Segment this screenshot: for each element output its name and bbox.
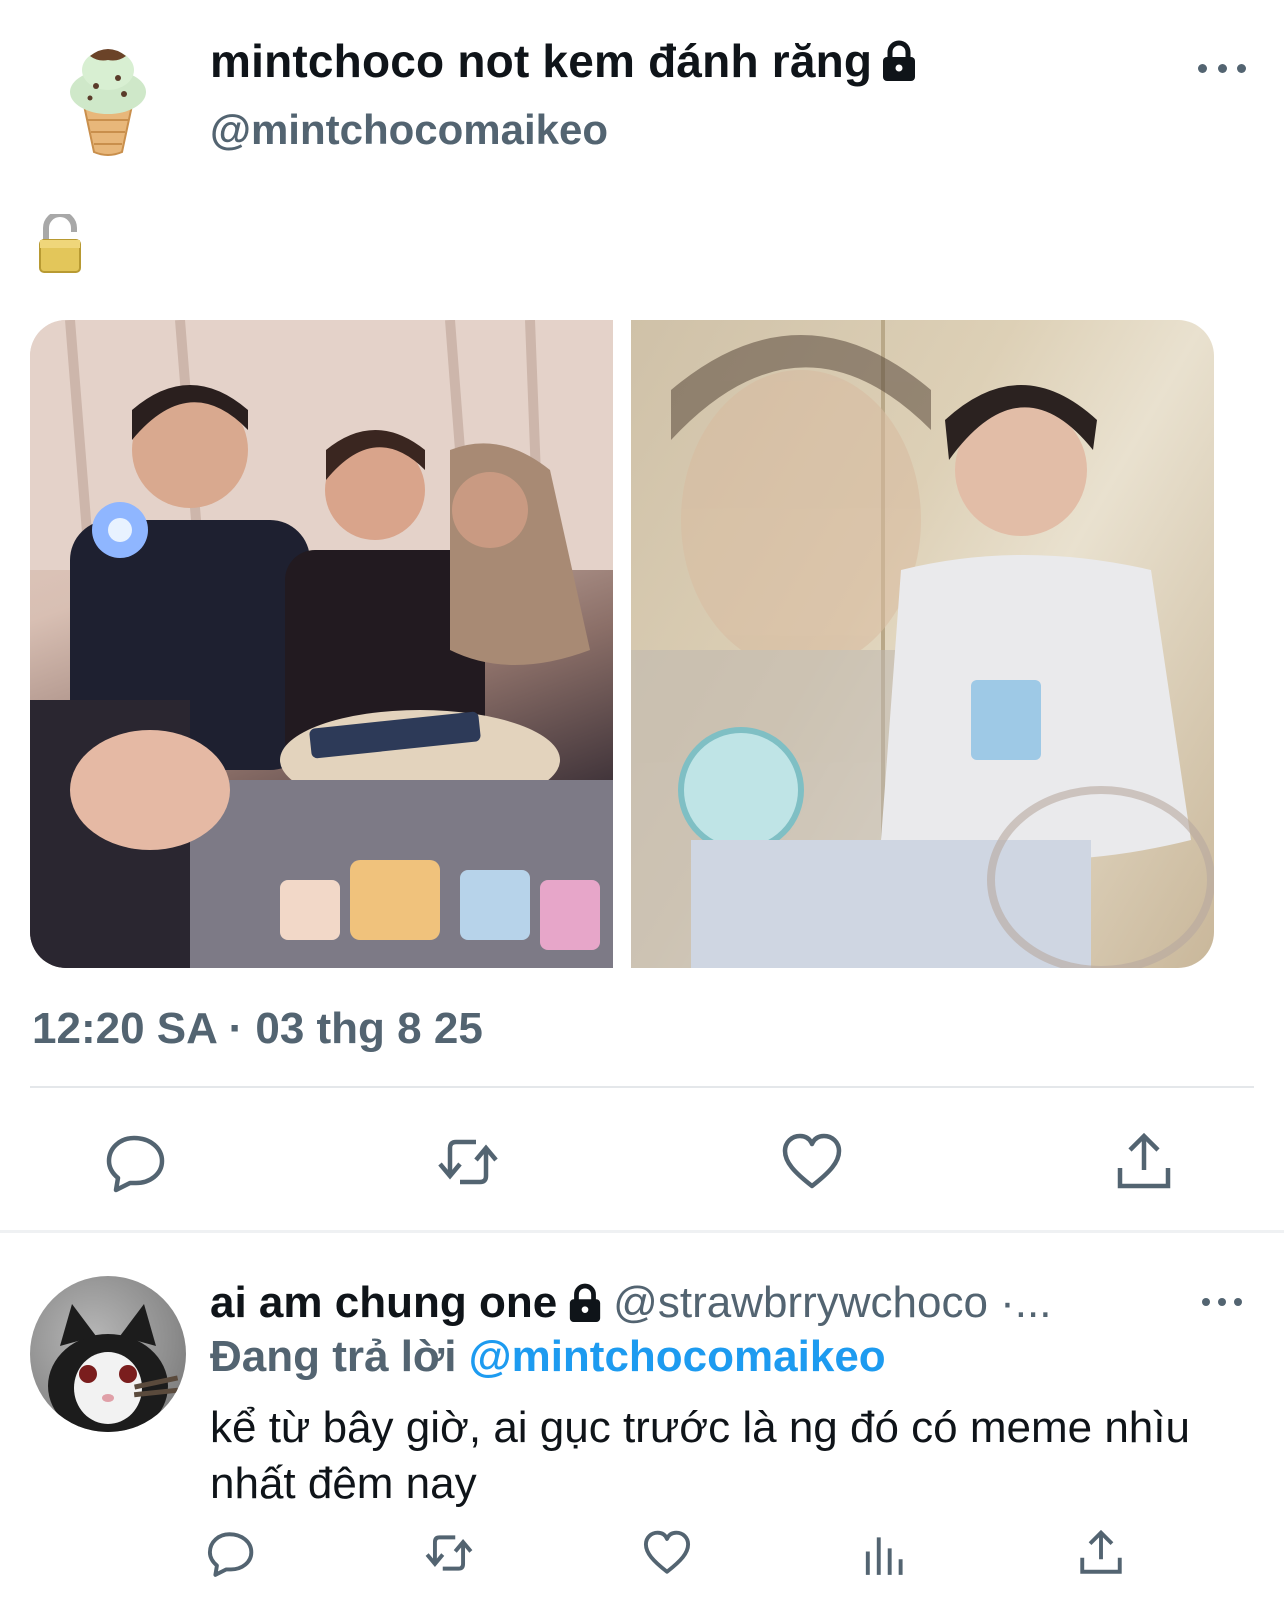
replying-label: Đang trả lời [210,1332,457,1381]
retweet-button[interactable] [424,1528,474,1578]
reply-button[interactable] [104,1130,168,1194]
avatar[interactable] [30,1276,186,1432]
like-button[interactable] [780,1130,844,1194]
more-dot-icon [1218,1298,1226,1306]
reply-button[interactable] [206,1528,256,1578]
open-padlock-emoji [36,211,84,276]
display-name[interactable]: mintchoco not kem đánh răng [210,34,918,88]
reply-icon [106,1135,165,1193]
more-options-button[interactable] [1198,56,1246,80]
media-grid [30,320,1214,968]
group-photo-image [30,320,613,968]
like-button[interactable] [642,1528,692,1578]
more-dot-icon [1237,63,1246,73]
display-name-text: mintchoco not kem đánh răng [210,35,873,87]
portrait-photo-image [631,320,1214,968]
more-dot-icon [1217,63,1227,73]
avatar[interactable] [62,42,154,158]
retweet-icon [425,1535,473,1571]
like-icon [643,1530,691,1574]
divider [30,1086,1254,1088]
tweet-timestamp[interactable]: 12:20 SA · 03 thg 8 25 [32,1004,483,1054]
share-icon [1080,1529,1122,1574]
ice-cream-avatar-icon [70,49,146,156]
reply-header: ai am chung one @strawbrrywchoco ·... [210,1278,1051,1328]
share-button[interactable] [1076,1528,1126,1578]
cat-avatar-icon [48,1304,179,1432]
more-options-button[interactable] [1202,1292,1242,1312]
lock-icon [883,40,916,81]
reply-display-name[interactable]: ai am chung one [210,1278,557,1328]
reply-text: kể từ bây giờ, ai gục trước là ng đó có … [210,1403,1190,1508]
divider [0,1230,1284,1233]
lock-icon [570,1283,601,1322]
handle[interactable]: @mintchocomaikeo [210,106,608,154]
like-icon [782,1133,842,1189]
views-icon [865,1537,903,1575]
reply-handle[interactable]: @strawbrrywchoco ·... [613,1278,1051,1328]
more-dot-icon [1202,1298,1210,1306]
replying-mention-link[interactable]: @mintchocomaikeo [469,1332,886,1381]
photo-left[interactable] [30,320,613,968]
views-button[interactable] [860,1528,910,1578]
reply-icon [207,1532,254,1577]
more-dot-icon [1198,63,1207,73]
retweet-icon [438,1139,498,1185]
more-dot-icon [1234,1298,1242,1306]
share-button[interactable] [1112,1130,1176,1194]
retweet-button[interactable] [436,1130,500,1194]
share-icon [1117,1132,1171,1189]
replying-to: Đang trả lời @mintchocomaikeo [210,1332,886,1382]
photo-right[interactable] [631,320,1214,968]
